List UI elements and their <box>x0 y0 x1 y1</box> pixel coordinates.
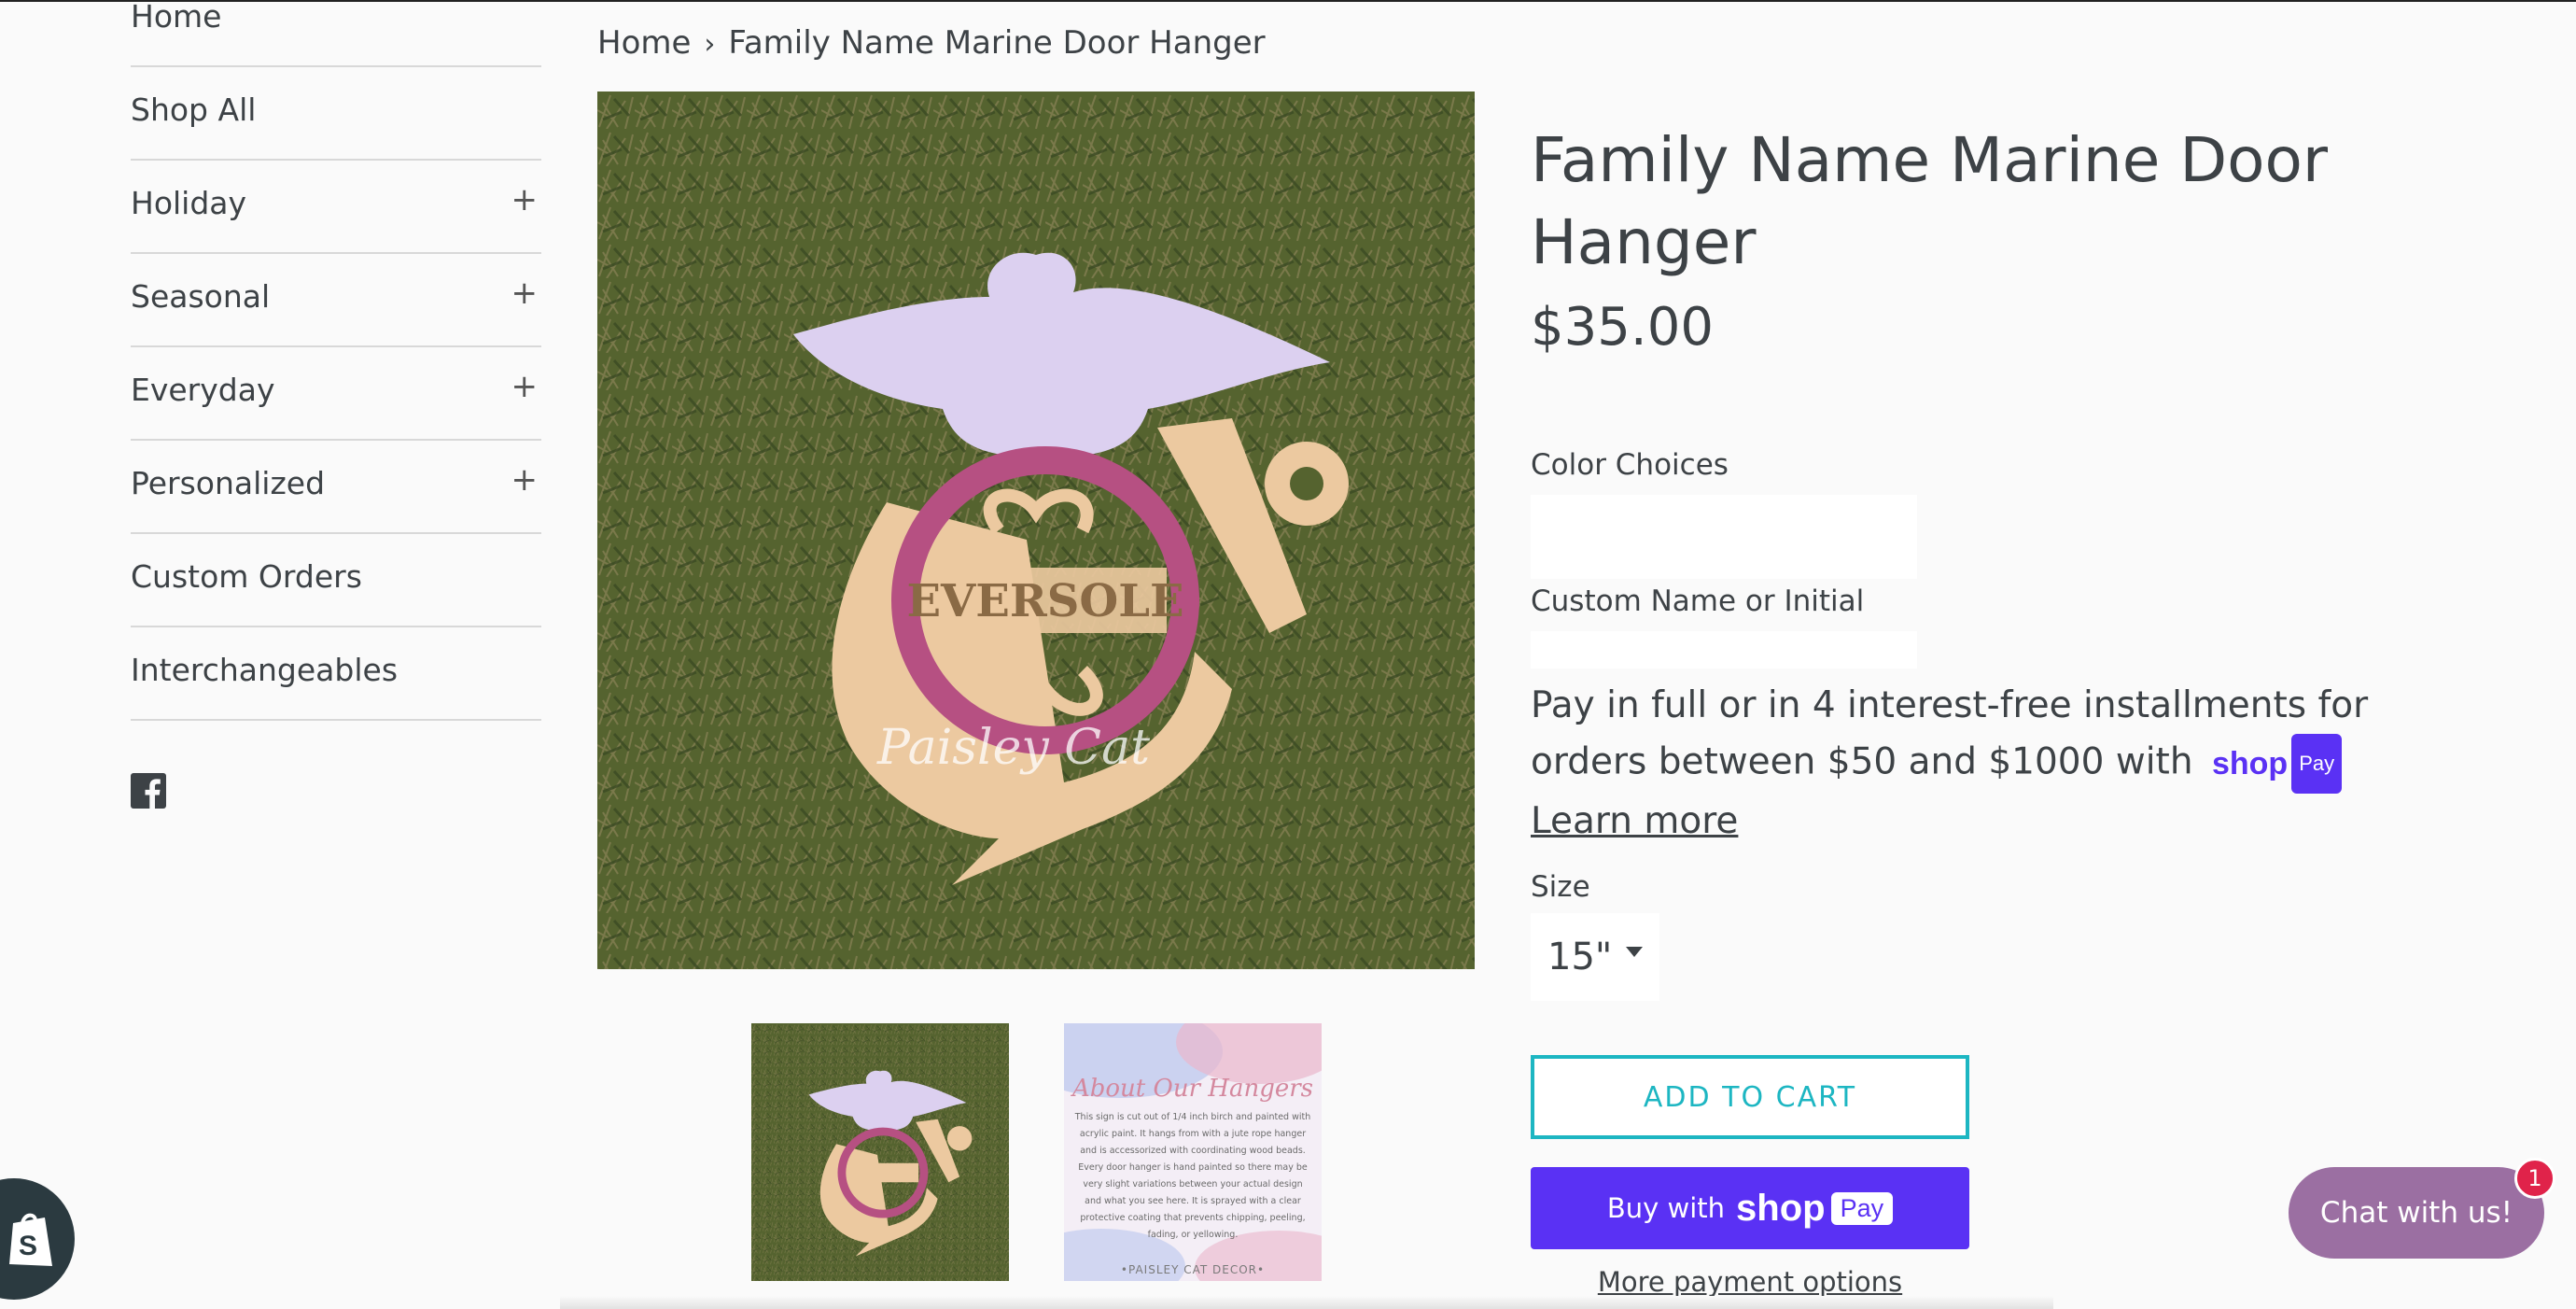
watermark-text: Paisley Cat <box>876 720 1150 776</box>
size-select-value: 15" <box>1547 936 1613 978</box>
shop-pay-badge: Pay <box>1830 1191 1894 1225</box>
add-to-cart-button[interactable]: ADD TO CART <box>1531 1055 1969 1139</box>
color-choices-label: Color Choices <box>1531 448 1729 482</box>
caret-down-icon <box>1626 947 1643 957</box>
svg-text:S: S <box>19 1231 37 1261</box>
size-select[interactable]: 15" <box>1531 913 1659 1001</box>
breadcrumb-home-link[interactable]: Home <box>597 24 691 62</box>
custom-name-label: Custom Name or Initial <box>1531 584 1865 618</box>
thumbnail-body-text: This sign is cut out of 1/4 inch birch a… <box>1074 1112 1311 1240</box>
sidebar-item-interchangeables[interactable]: Interchangeables <box>131 627 541 721</box>
chat-notification-badge: 1 <box>2514 1158 2555 1199</box>
size-label: Size <box>1531 870 1590 904</box>
custom-name-field[interactable] <box>1531 631 1917 669</box>
sidebar-item-label: Personalized <box>131 465 326 501</box>
name-cutout-text: EVERSOLE <box>906 575 1183 627</box>
sidebar-item-custom-orders[interactable]: Custom Orders <box>131 534 541 627</box>
sidebar-item-shop-all[interactable]: Shop All <box>131 67 541 161</box>
expand-plus-icon[interactable]: + <box>511 181 539 218</box>
learn-more-link[interactable]: Learn more <box>1531 800 1738 842</box>
sidebar-item-label: Everyday <box>131 372 275 408</box>
sidebar-item-label: Shop All <box>131 91 257 128</box>
more-payment-options-link[interactable]: More payment options <box>1531 1266 1969 1298</box>
installments-message: Pay in full or in 4 interest-free instal… <box>1531 678 2389 850</box>
shopify-bag-icon: S <box>9 1213 52 1266</box>
thumbnail-2[interactable]: About Our Hangers This sign is cut out o… <box>1064 1023 1322 1281</box>
sidebar-item-holiday[interactable]: Holiday + <box>131 161 541 254</box>
shop-pay-badge: Pay <box>2291 734 2343 794</box>
expand-plus-icon[interactable]: + <box>511 461 539 499</box>
thumbnail-heading: About Our Hangers <box>1071 1075 1313 1103</box>
shop-pay-logo: shop Pay <box>2211 734 2343 794</box>
sidebar-item-label: Custom Orders <box>131 558 362 595</box>
product-photo: EVERSOLE Paisley Cat <box>597 91 1475 969</box>
buy-with-label: Buy with <box>1606 1192 1726 1224</box>
bottom-shadow <box>560 1296 2053 1309</box>
sidebar-item-personalized[interactable]: Personalized + <box>131 441 541 534</box>
expand-plus-icon[interactable]: + <box>511 274 539 312</box>
thumbnail-photo <box>751 1023 1009 1281</box>
chat-button[interactable]: Chat with us! <box>2289 1167 2544 1259</box>
thumbnail-info-card: About Our Hangers This sign is cut out o… <box>1064 1023 1322 1281</box>
buy-with-shop-pay-button[interactable]: Buy with shop Pay <box>1531 1167 1969 1249</box>
sidebar-item-home[interactable]: Home <box>131 0 541 67</box>
sidebar-item-seasonal[interactable]: Seasonal + <box>131 254 541 347</box>
product-title: Family Name Marine Door Hanger <box>1531 124 2329 278</box>
facebook-icon[interactable] <box>131 773 166 809</box>
shop-pay-word: shop <box>2211 746 2289 781</box>
breadcrumb: Home › Family Name Marine Door Hanger <box>597 24 1266 62</box>
sidebar-item-label: Holiday <box>131 185 247 221</box>
shopify-badge[interactable]: S <box>0 1178 75 1300</box>
color-choices-field[interactable] <box>1531 495 1917 579</box>
thumbnail-footer: •PAISLEY CAT DECOR• <box>1121 1263 1265 1276</box>
sidebar-item-label: Seasonal <box>131 278 271 315</box>
shop-pay-word: shop <box>1736 1187 1826 1229</box>
breadcrumb-current: Family Name Marine Door Hanger <box>728 24 1266 62</box>
sidebar-item-everyday[interactable]: Everyday + <box>131 347 541 441</box>
product-main-image[interactable]: EVERSOLE Paisley Cat <box>597 91 1475 969</box>
sidebar-item-label: Interchangeables <box>131 652 399 688</box>
expand-plus-icon[interactable]: + <box>511 368 539 405</box>
product-price: $35.00 <box>1531 297 1714 358</box>
thumbnail-1[interactable] <box>751 1023 1009 1281</box>
breadcrumb-separator: › <box>704 28 716 61</box>
sidebar-item-label: Home <box>131 0 222 35</box>
